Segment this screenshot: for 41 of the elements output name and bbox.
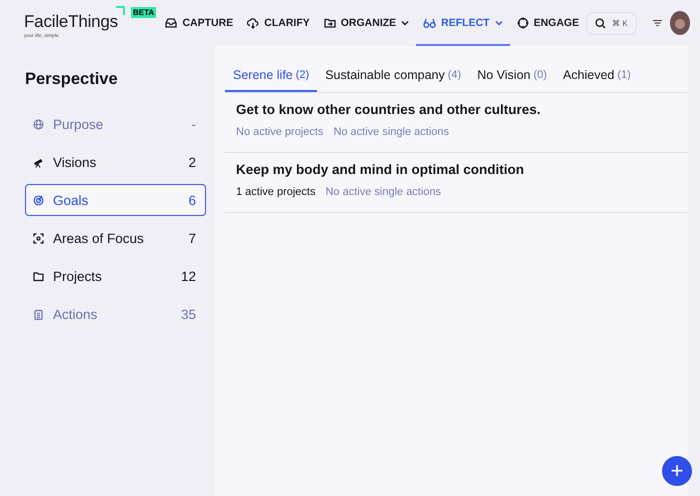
clipboard-icon xyxy=(33,308,44,320)
globe-icon xyxy=(33,118,44,130)
nav-tab[interactable]: CLARIFY xyxy=(240,0,317,46)
sidebar-item[interactable]: Visions 2 xyxy=(25,146,206,178)
goal-tab[interactable]: No Vision (0) xyxy=(469,60,555,92)
sidebar-title: Perspective xyxy=(25,70,119,89)
filter-icon[interactable] xyxy=(652,19,662,27)
nav-tab[interactable]: ENGAGE xyxy=(510,0,586,46)
telescope-icon xyxy=(33,156,44,168)
cloud-icon xyxy=(247,17,260,29)
goal-tab[interactable]: Sustainable company (4) xyxy=(317,60,470,92)
goal-title[interactable]: Get to know other countries and other cultures. xyxy=(236,102,688,117)
folder-icon xyxy=(324,17,336,29)
sidebar-item[interactable]: Goals 6 xyxy=(25,184,206,216)
goal-stat: No active single actions xyxy=(325,186,442,198)
user-avatar[interactable] xyxy=(670,11,690,35)
folder-icon xyxy=(33,270,44,282)
goal-tab[interactable]: Achieved (1) xyxy=(554,60,639,92)
sidebar-item[interactable]: Projects 12 xyxy=(25,260,206,292)
sidebar-item[interactable]: Areas of Focus 7 xyxy=(25,222,206,254)
nav-tab[interactable]: CAPTURE xyxy=(158,0,240,46)
beta-badge: BETA xyxy=(131,6,156,18)
target-icon xyxy=(33,194,44,206)
sidebar-item[interactable]: Actions 35 xyxy=(25,298,206,330)
inbox-icon xyxy=(165,17,178,29)
caret-icon xyxy=(401,20,410,26)
focus-icon xyxy=(33,232,44,244)
caret-icon xyxy=(494,20,503,26)
nav-tab[interactable]: ORGANIZE xyxy=(316,0,416,46)
sidebar-item[interactable]: Purpose - xyxy=(25,108,206,140)
corner-mark-icon xyxy=(116,6,125,14)
search-button[interactable]: ⌘ K xyxy=(586,12,637,34)
crosshair-icon xyxy=(516,17,529,29)
goal-title[interactable]: Keep my body and mind in optimal condition xyxy=(236,162,688,177)
glasses-icon xyxy=(423,17,436,29)
goal-stat: No active projects xyxy=(236,126,324,138)
app-logo[interactable]: FacileThings xyxy=(24,12,118,32)
goal-stat: No active single actions xyxy=(333,126,449,138)
goal-tab[interactable]: Serene life (2) xyxy=(225,60,318,92)
goal-stat: 1 active projects xyxy=(236,186,316,198)
search-icon xyxy=(595,18,606,28)
